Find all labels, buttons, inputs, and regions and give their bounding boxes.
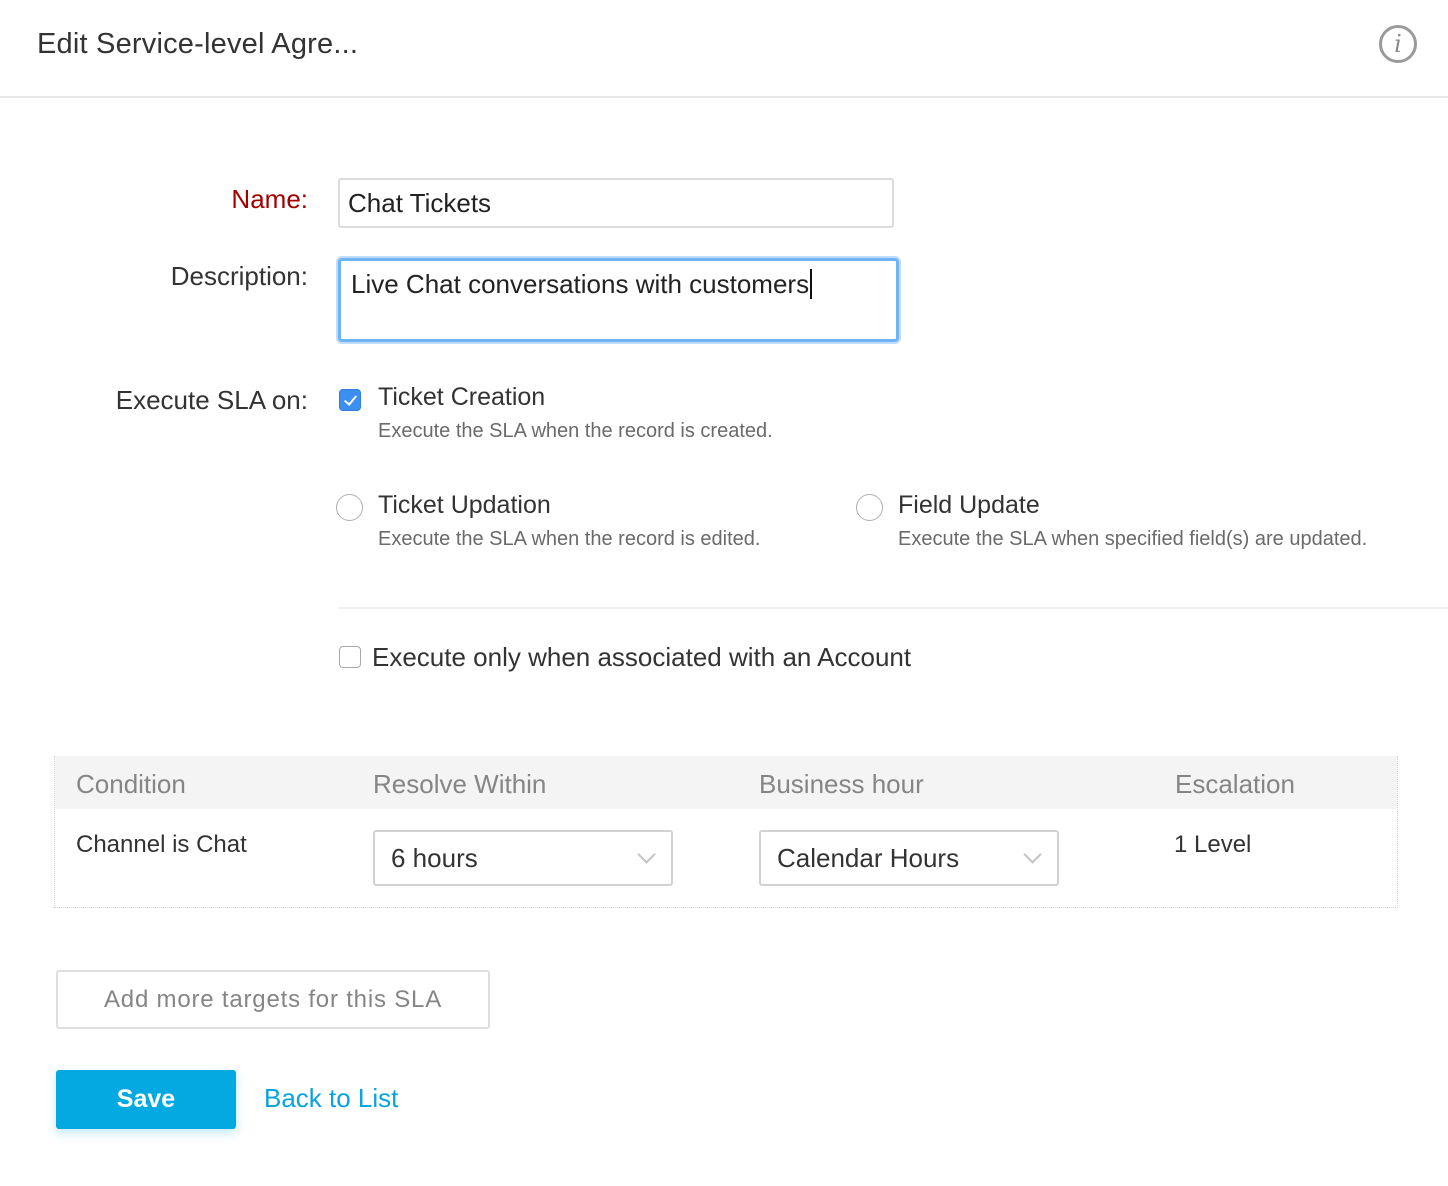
table-header: Condition Resolve Within Business hour E… (55, 756, 1397, 809)
ticket-creation-description: Execute the SLA when the record is creat… (378, 420, 773, 442)
field-update-radio[interactable] (856, 494, 883, 521)
ticket-creation-title: Ticket Creation (378, 383, 546, 411)
name-label: Name: (231, 184, 308, 214)
column-header-business-hour: Business hour (759, 769, 924, 799)
ticket-updation-description: Execute the SLA when the record is edite… (378, 528, 761, 550)
info-icon[interactable]: i (1379, 25, 1417, 63)
field-update-title: Field Update (898, 491, 1040, 519)
ticket-updation-radio[interactable] (336, 494, 363, 521)
resolve-within-value: 6 hours (391, 843, 478, 873)
condition-cell: Channel is Chat (76, 831, 247, 858)
account-only-checkbox[interactable] (339, 646, 361, 668)
chevron-down-icon (637, 845, 656, 864)
page-header: Edit Service-level Agre... i (0, 0, 1448, 98)
field-update-description: Execute the SLA when specified field(s) … (898, 528, 1368, 550)
back-to-list-link[interactable]: Back to List (264, 1083, 398, 1114)
page-title: Edit Service-level Agre... (37, 28, 359, 60)
section-divider (338, 607, 1448, 609)
name-input[interactable] (338, 178, 894, 228)
column-header-escalation: Escalation (1175, 769, 1295, 799)
business-hour-value: Calendar Hours (777, 843, 960, 873)
account-only-label: Execute only when associated with an Acc… (372, 642, 912, 672)
sla-targets-table: Condition Resolve Within Business hour E… (54, 756, 1398, 908)
description-label: Description: (170, 261, 308, 291)
ticket-updation-title: Ticket Updation (378, 491, 551, 519)
chevron-down-icon (1023, 845, 1042, 864)
column-header-condition: Condition (76, 769, 186, 799)
column-header-resolve-within: Resolve Within (373, 769, 547, 799)
save-button[interactable]: Save (56, 1070, 236, 1129)
business-hour-select[interactable]: Calendar Hours (759, 830, 1059, 886)
escalation-cell[interactable]: 1 Level (1174, 831, 1251, 859)
text-caret (810, 269, 813, 299)
execute-sla-label: Execute SLA on: (115, 385, 308, 415)
description-textarea[interactable]: Live Chat conversations with customers (338, 258, 899, 342)
resolve-within-select[interactable]: 6 hours (373, 830, 673, 886)
ticket-creation-checkbox[interactable] (339, 389, 361, 411)
description-value: Live Chat conversations with customers (351, 269, 810, 299)
add-more-targets-button[interactable]: Add more targets for this SLA (56, 970, 490, 1029)
